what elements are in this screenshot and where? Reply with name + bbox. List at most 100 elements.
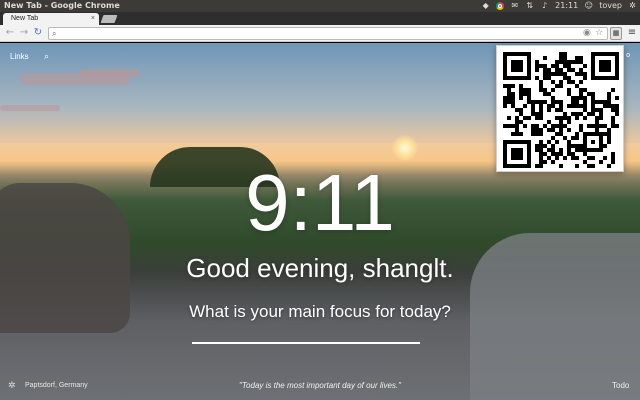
qr-module bbox=[579, 128, 583, 132]
tab-close-icon[interactable]: × bbox=[91, 13, 95, 25]
qr-module bbox=[547, 128, 551, 132]
user-name[interactable]: tovep bbox=[599, 0, 622, 12]
qr-module bbox=[527, 56, 531, 60]
qr-module bbox=[527, 52, 531, 56]
qr-module bbox=[611, 156, 615, 160]
system-clock[interactable]: 21:11 bbox=[555, 0, 578, 12]
qr-module bbox=[507, 124, 511, 128]
search-icon[interactable]: ⌕ bbox=[44, 52, 49, 62]
qr-module bbox=[567, 120, 571, 124]
forward-button[interactable]: → bbox=[18, 27, 30, 39]
qr-module bbox=[535, 60, 539, 64]
window-title: New Tab - Google Chrome bbox=[4, 1, 120, 10]
qr-module bbox=[511, 140, 515, 144]
chrome-icon[interactable] bbox=[496, 2, 505, 10]
qr-module bbox=[595, 116, 599, 120]
dropbox-icon[interactable]: ◆ bbox=[481, 2, 490, 10]
qr-module bbox=[543, 56, 547, 60]
new-tab-button[interactable] bbox=[100, 15, 118, 23]
bookmark-star-icon[interactable]: ☆ bbox=[595, 28, 603, 39]
links-button[interactable]: Links bbox=[10, 52, 29, 61]
qr-module bbox=[607, 128, 611, 132]
qr-module bbox=[579, 72, 583, 76]
qr-module bbox=[615, 68, 619, 72]
qr-module bbox=[551, 128, 555, 132]
qr-module bbox=[515, 116, 519, 120]
weather-icon[interactable]: o bbox=[626, 51, 630, 59]
network-icon[interactable]: ⇅ bbox=[525, 2, 534, 10]
reload-button[interactable]: ↻ bbox=[32, 27, 44, 39]
qr-module bbox=[587, 124, 591, 128]
qr-module bbox=[591, 92, 595, 96]
qr-module bbox=[583, 136, 587, 140]
qr-module bbox=[611, 76, 615, 80]
tab-new-tab[interactable]: New Tab × bbox=[3, 13, 99, 25]
qr-module bbox=[531, 100, 535, 104]
qr-module bbox=[503, 164, 507, 168]
volume-icon[interactable]: ♪ bbox=[540, 2, 549, 10]
qr-module bbox=[519, 52, 523, 56]
qr-module bbox=[603, 76, 607, 80]
qr-module bbox=[519, 164, 523, 168]
mail-icon[interactable]: ✉ bbox=[510, 2, 519, 10]
qr-module bbox=[579, 92, 583, 96]
qr-module bbox=[563, 124, 567, 128]
gear-icon[interactable]: ✲ bbox=[628, 2, 637, 10]
chrome-menu-button[interactable]: ≡ bbox=[626, 27, 638, 39]
qr-module bbox=[567, 116, 571, 120]
qr-module bbox=[559, 60, 563, 64]
qr-module bbox=[503, 144, 507, 148]
qr-module bbox=[599, 144, 603, 148]
qr-module bbox=[559, 52, 563, 56]
qr-module bbox=[583, 132, 587, 136]
qr-module bbox=[535, 124, 539, 128]
qr-module bbox=[583, 144, 587, 148]
focus-question: What is your main focus for today? bbox=[189, 302, 451, 321]
qr-module bbox=[507, 76, 511, 80]
qr-module bbox=[607, 52, 611, 56]
qr-module bbox=[559, 56, 563, 60]
qr-module bbox=[511, 152, 515, 156]
qr-module bbox=[615, 124, 619, 128]
qr-module bbox=[559, 100, 563, 104]
qr-module bbox=[579, 112, 583, 116]
qr-module bbox=[551, 144, 555, 148]
qr-module bbox=[555, 108, 559, 112]
qr-module bbox=[551, 64, 555, 68]
qr-module bbox=[575, 60, 579, 64]
qr-module bbox=[527, 92, 531, 96]
qr-module bbox=[539, 164, 543, 168]
todo-button[interactable]: Todo bbox=[612, 381, 629, 390]
qr-module bbox=[503, 104, 507, 108]
back-button[interactable]: ← bbox=[4, 27, 16, 39]
qr-module bbox=[527, 64, 531, 68]
qr-extension-button[interactable]: ▦ bbox=[610, 27, 622, 40]
qr-module bbox=[579, 96, 583, 100]
qr-module bbox=[571, 112, 575, 116]
qr-module bbox=[611, 120, 615, 124]
focus-input[interactable] bbox=[192, 326, 420, 344]
qr-module bbox=[547, 120, 551, 124]
qr-module bbox=[591, 132, 595, 136]
qr-module bbox=[611, 116, 615, 120]
qr-module bbox=[519, 92, 523, 96]
qr-module bbox=[555, 84, 559, 88]
qr-module bbox=[575, 100, 579, 104]
qr-module bbox=[567, 88, 571, 92]
qr-module bbox=[587, 164, 591, 168]
omnibox[interactable]: ⌕ ◉ ☆ bbox=[48, 27, 608, 40]
qr-module bbox=[515, 52, 519, 56]
qr-module bbox=[535, 76, 539, 80]
qr-module bbox=[515, 120, 519, 124]
qr-module bbox=[611, 88, 615, 92]
address-input[interactable] bbox=[61, 29, 581, 38]
qr-module bbox=[575, 144, 579, 148]
qr-module bbox=[559, 104, 563, 108]
qr-module bbox=[511, 156, 515, 160]
qr-module bbox=[611, 108, 615, 112]
qr-module bbox=[511, 76, 515, 80]
qr-module bbox=[507, 52, 511, 56]
location-pin-icon[interactable]: ◉ bbox=[583, 28, 591, 39]
qr-module bbox=[579, 88, 583, 92]
qr-module bbox=[515, 64, 519, 68]
